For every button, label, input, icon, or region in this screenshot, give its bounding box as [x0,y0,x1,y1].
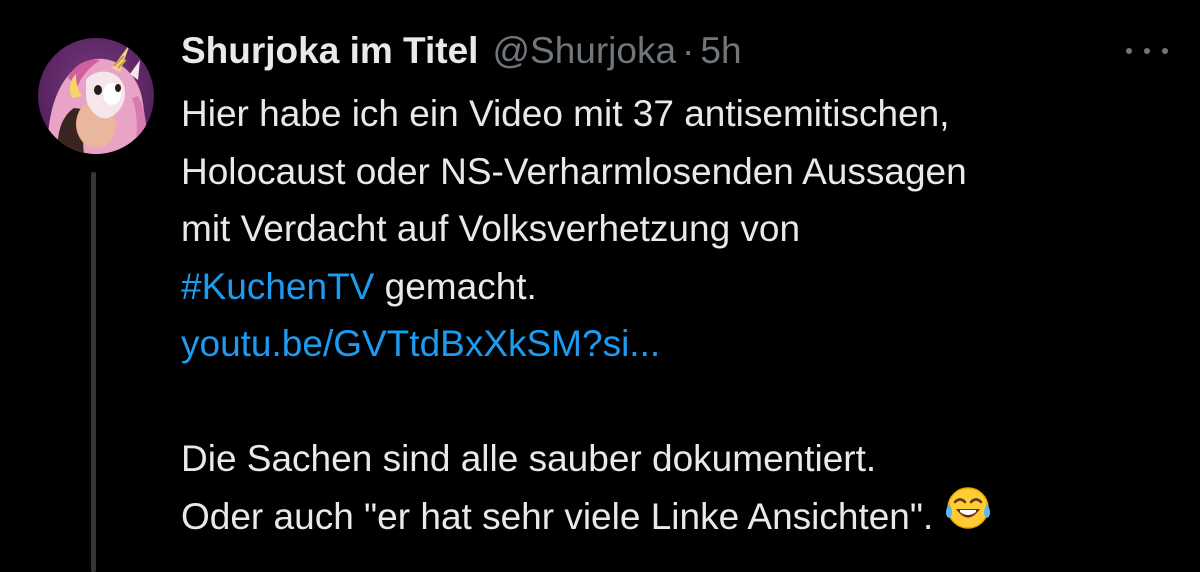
tweet-header: Shurjoka im Titel @Shurjoka · 5h [181,26,742,76]
tweet[interactable]: Shurjoka im Titel @Shurjoka · 5h Hier ha… [0,0,1200,572]
user-handle[interactable]: @Shurjoka [492,26,676,76]
avatar[interactable] [38,38,154,154]
tweet-text-line: Die Sachen sind alle sauber dokumentiert… [181,438,877,479]
hashtag-link[interactable]: #KuchenTV [181,266,374,307]
tweet-text-line: Holocaust oder NS-Verharmlosenden Aussag… [181,150,967,192]
url-link[interactable]: youtu.be/GVTtdBxXkSM?si... [181,323,660,364]
more-dot [1162,48,1168,54]
tweet-text-fragment: Oder auch "er hat sehr viele Linke Ansic… [181,495,934,537]
thread-line [91,172,96,572]
face-with-tears-of-joy-icon [945,484,991,547]
tweet-text-fragment: gemacht. [374,265,537,307]
separator-dot: · [682,30,695,71]
tweet-text-line: mit Verdacht auf Volksverhetzung von [181,208,801,249]
tweet-text-line: Hier habe ich ein Video mit 37 antisemit… [181,93,950,134]
unicorn-avatar-icon [38,38,154,154]
more-dot [1126,48,1132,54]
tweet-text-line: youtu.be/GVTtdBxXkSM?si... [181,315,1181,373]
tweet-text-line: #KuchenTV gemacht. [181,258,1181,316]
more-horizontal-icon[interactable] [1122,36,1172,66]
display-name[interactable]: Shurjoka im Titel [181,26,478,76]
more-dot [1144,48,1150,54]
timestamp[interactable]: 5h [700,26,741,76]
tweet-text-line: Oder auch "er hat sehr viele Linke Ansic… [181,486,1181,546]
tweet-text: Hier habe ich ein Video mit 37 antisemit… [181,85,1181,545]
